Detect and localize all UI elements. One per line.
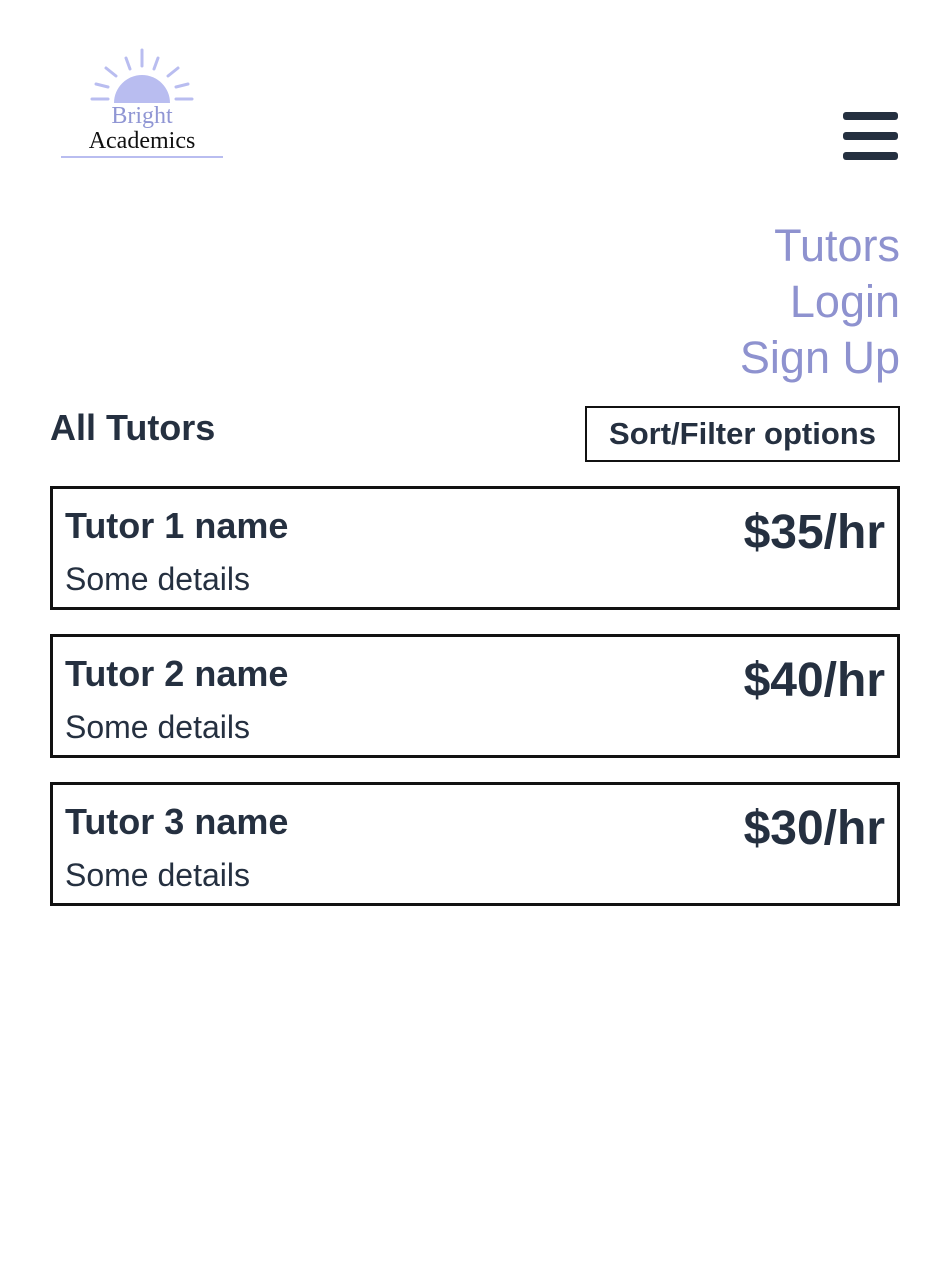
nav-link-login[interactable]: Login bbox=[740, 274, 900, 330]
nav-link-sign-up[interactable]: Sign Up bbox=[740, 330, 900, 386]
tutor-details: Some details bbox=[65, 561, 250, 597]
page-title: All Tutors bbox=[50, 407, 216, 448]
logo[interactable]: Bright Academics bbox=[58, 46, 226, 164]
page: Bright Academics Tutors Login Sign Up Al… bbox=[0, 0, 942, 1264]
tutor-rate: $35/hr bbox=[743, 506, 885, 559]
tutor-details: Some details bbox=[65, 857, 250, 893]
sort-filter-button[interactable]: Sort/Filter options bbox=[585, 406, 900, 462]
tutor-card[interactable]: Tutor 1 name Some details $35/hr bbox=[50, 486, 900, 610]
tutor-card[interactable]: Tutor 3 name Some details $30/hr bbox=[50, 782, 900, 906]
tutor-list: Tutor 1 name Some details $35/hr Tutor 2… bbox=[50, 486, 900, 930]
tutor-name: Tutor 2 name bbox=[65, 653, 289, 694]
tutor-rate: $40/hr bbox=[743, 654, 885, 707]
tutor-name: Tutor 3 name bbox=[65, 801, 289, 842]
logo-text-bright: Bright bbox=[111, 103, 173, 129]
logo-underline bbox=[61, 156, 223, 158]
tutor-details: Some details bbox=[65, 709, 250, 745]
logo-text-academics: Academics bbox=[88, 128, 196, 154]
hamburger-menu-icon[interactable] bbox=[843, 112, 898, 160]
tutor-rate: $30/hr bbox=[743, 802, 885, 855]
hamburger-bar bbox=[843, 152, 898, 160]
tutor-card[interactable]: Tutor 2 name Some details $40/hr bbox=[50, 634, 900, 758]
sunrise-icon bbox=[90, 48, 194, 103]
hamburger-bar bbox=[843, 112, 898, 120]
nav-link-tutors[interactable]: Tutors bbox=[740, 218, 900, 274]
tutor-name: Tutor 1 name bbox=[65, 505, 289, 546]
main-nav: Tutors Login Sign Up bbox=[740, 218, 900, 386]
hamburger-bar bbox=[843, 132, 898, 140]
